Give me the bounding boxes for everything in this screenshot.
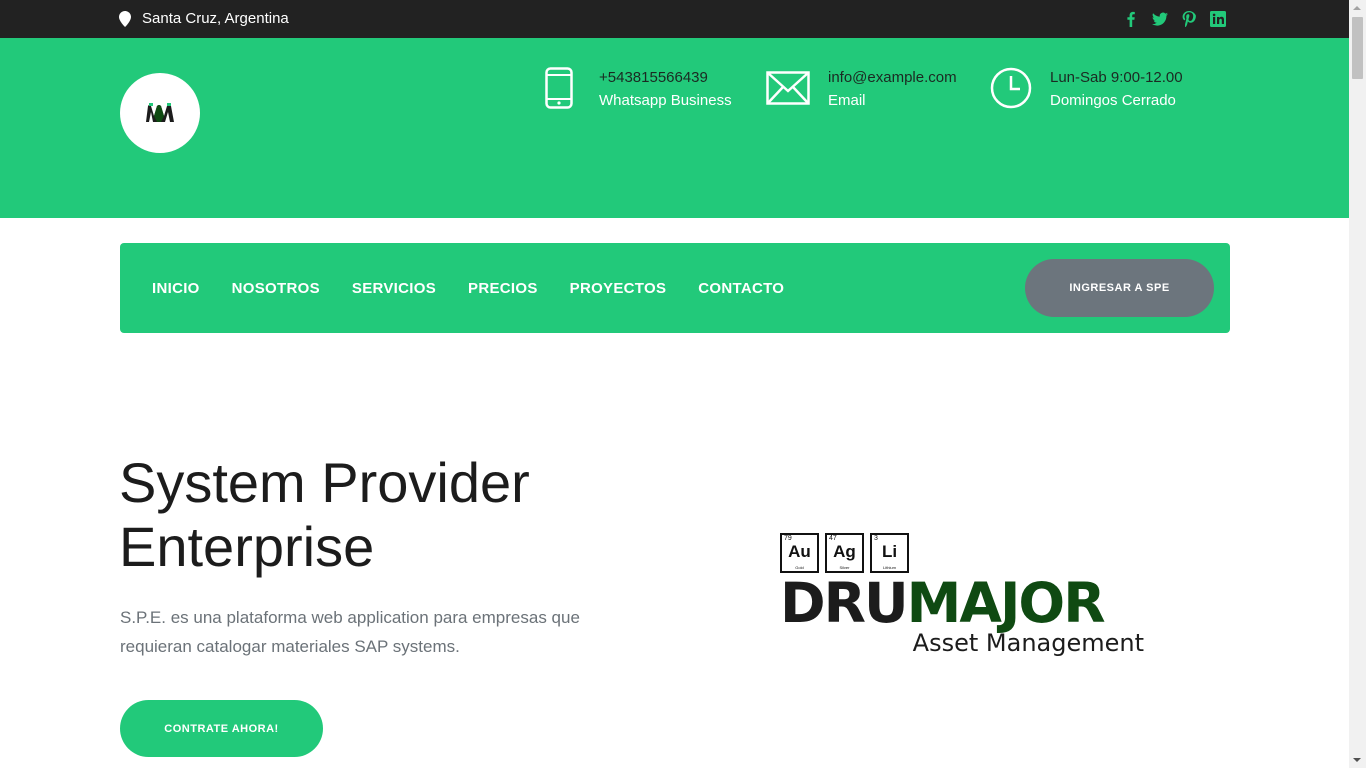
- nav-item-servicios[interactable]: SERVICIOS: [352, 280, 436, 297]
- location-text: Santa Cruz, Argentina: [142, 10, 289, 27]
- nav-item-proyectos[interactable]: PROYECTOS: [570, 280, 667, 297]
- brand-word-green: AJOR: [959, 571, 1105, 635]
- element-lithium: 3 Li Lithium: [870, 533, 909, 573]
- periodic-elements: 79 Au Gold 47 Ag Silver 3 Li Lithium: [780, 533, 1146, 573]
- social-links: [1122, 10, 1227, 27]
- nav-item-nosotros[interactable]: NOSOTROS: [232, 280, 320, 297]
- hours-sunday: Domingos Cerrado: [1050, 92, 1176, 109]
- facebook-icon[interactable]: [1122, 10, 1140, 27]
- main-nav: INICIO NOSOTROS SERVICIOS PRECIOS PROYEC…: [120, 243, 1230, 333]
- hero-description: S.P.E. es una plataforma web application…: [120, 608, 580, 656]
- scroll-up-icon[interactable]: [1353, 6, 1361, 10]
- envelope-icon: [766, 66, 810, 110]
- linkedin-icon[interactable]: [1209, 10, 1227, 27]
- top-bar: Santa Cruz, Argentina: [0, 0, 1349, 38]
- element-gold: 79 Au Gold: [780, 533, 819, 573]
- phone-number: +543815566439: [599, 69, 708, 86]
- pinterest-icon[interactable]: [1180, 10, 1198, 27]
- location: Santa Cruz, Argentina: [119, 10, 289, 27]
- email-label: Email: [828, 92, 866, 109]
- page-scrollbar[interactable]: [1349, 0, 1366, 768]
- map-pin-icon: [119, 10, 131, 27]
- scrollbar-thumb[interactable]: [1352, 17, 1363, 79]
- hours-weekdays: Lun-Sab 9:00-12.00: [1050, 69, 1183, 86]
- brand-wordmark: DRU M AJOR: [780, 571, 1106, 635]
- contract-now-button[interactable]: CONTRATE AHORA!: [120, 700, 323, 757]
- phone-icon: [538, 66, 580, 110]
- contact-hours: Lun-Sab 9:00-12.00 Domingos Cerrado: [989, 66, 1183, 112]
- clock-icon: [989, 66, 1033, 110]
- scroll-down-icon[interactable]: [1353, 758, 1361, 762]
- hero-title-line2: Enterprise: [119, 515, 375, 578]
- drummajor-logo: 79 Au Gold 47 Ag Silver 3 Li Lithium DRU…: [780, 533, 1146, 661]
- site-logo[interactable]: [120, 73, 200, 153]
- phone-label: Whatsapp Business: [599, 92, 732, 109]
- nav-item-contacto[interactable]: CONTACTO: [698, 280, 784, 297]
- hero-title-line1: System Provider: [119, 451, 530, 514]
- email-address: info@example.com: [828, 69, 957, 86]
- element-silver: 47 Ag Silver: [825, 533, 864, 573]
- hero-title: System Provider Enterprise: [119, 451, 530, 579]
- brand-word-dark: DRU: [780, 571, 909, 635]
- nav-item-precios[interactable]: PRECIOS: [468, 280, 538, 297]
- contact-email[interactable]: info@example.com Email: [766, 66, 957, 112]
- nav-item-inicio[interactable]: INICIO: [152, 280, 200, 297]
- brand-word-mark: M: [906, 571, 962, 635]
- logo-icon: [146, 103, 174, 122]
- login-spe-button[interactable]: INGRESAR A SPE: [1025, 259, 1214, 317]
- site-header: +543815566439 Whatsapp Business info@exa…: [0, 38, 1349, 218]
- twitter-icon[interactable]: [1151, 10, 1169, 27]
- contact-phone[interactable]: +543815566439 Whatsapp Business: [538, 66, 732, 112]
- brand-subtitle: Asset Management: [912, 629, 1144, 657]
